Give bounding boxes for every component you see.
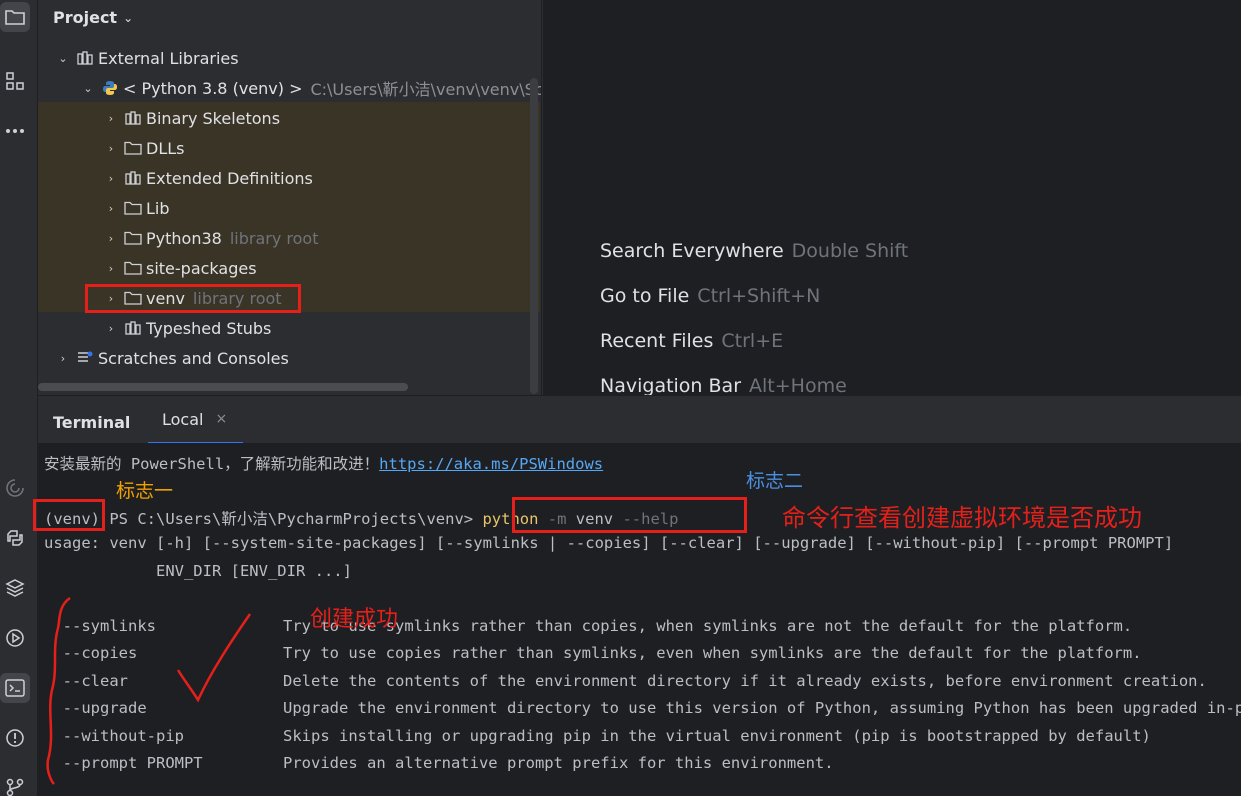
bracket-mark [46,596,71,785]
hand-drawn-marks [46,596,252,785]
checkmark [176,613,252,703]
